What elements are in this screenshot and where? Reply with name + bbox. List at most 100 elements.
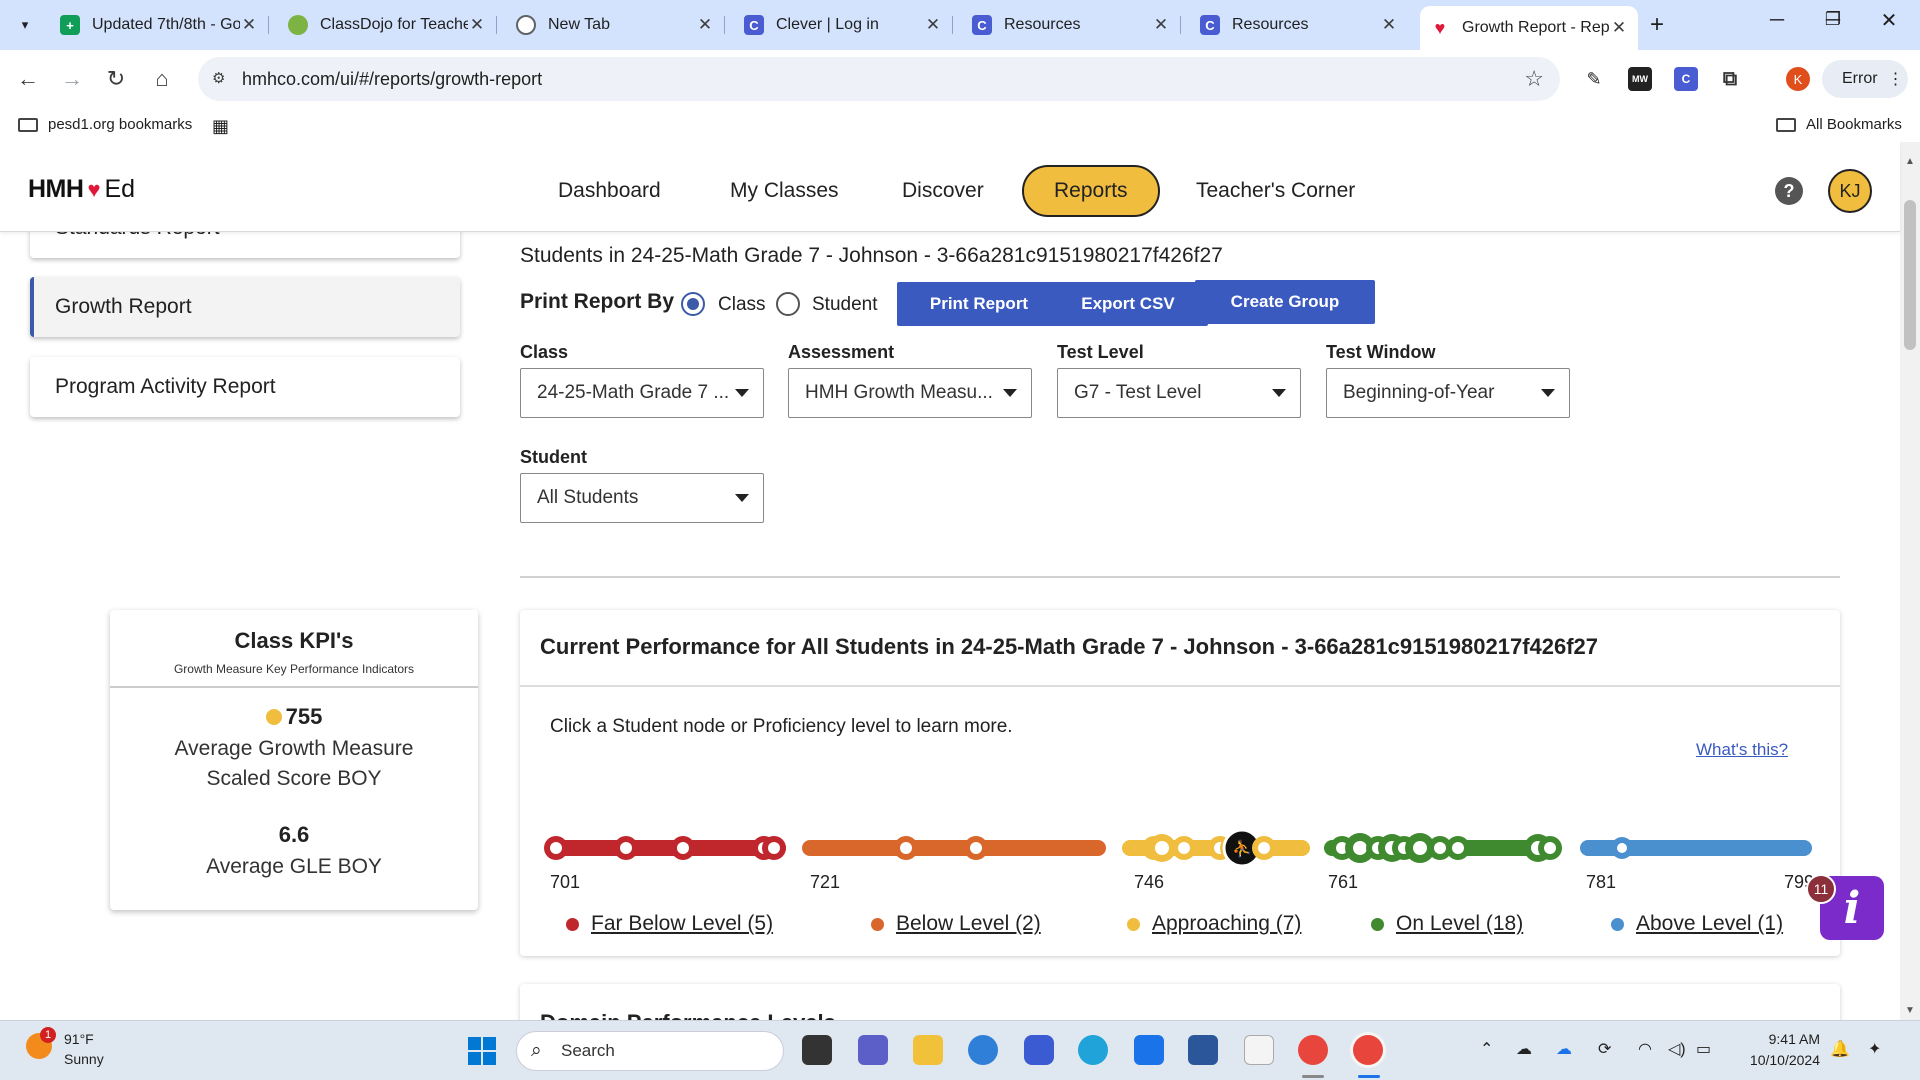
- outlook-icon[interactable]: [1134, 1035, 1164, 1065]
- browser-tab[interactable]: C Clever | Log in ✕: [734, 8, 953, 42]
- student-node[interactable]: [1611, 837, 1633, 859]
- scrollbar-thumb[interactable]: [1904, 200, 1916, 350]
- bookmark-star-icon[interactable]: ☆: [1524, 66, 1544, 92]
- nav-reports[interactable]: Reports: [1022, 165, 1160, 217]
- tab-search-icon[interactable]: ▾: [10, 10, 40, 40]
- browser-tab-active[interactable]: ♥ Growth Report - Rep ✕: [1420, 6, 1638, 50]
- student-node[interactable]: [894, 836, 918, 860]
- sidebar-item-growth-report[interactable]: Growth Report: [30, 277, 460, 337]
- test-level-select[interactable]: G7 - Test Level: [1057, 368, 1301, 418]
- close-icon[interactable]: ✕: [1610, 18, 1628, 38]
- student-node[interactable]: [1538, 836, 1562, 860]
- close-icon[interactable]: ✕: [1380, 15, 1398, 35]
- whats-this-link[interactable]: What's this?: [1696, 740, 1788, 760]
- clever-extension-icon[interactable]: C: [1674, 67, 1698, 91]
- weather-condition[interactable]: Sunny: [64, 1051, 104, 1067]
- nav-discover[interactable]: Discover: [872, 165, 1014, 217]
- onedrive-icon[interactable]: ☁: [1516, 1039, 1532, 1059]
- print-by-student-label[interactable]: Student: [812, 294, 878, 316]
- print-by-class-label[interactable]: Class: [718, 294, 766, 316]
- student-node[interactable]: [1252, 836, 1276, 860]
- print-by-student-radio[interactable]: [776, 292, 800, 316]
- student-node[interactable]: [544, 836, 568, 860]
- browser-tab[interactable]: New Tab ✕: [506, 8, 725, 42]
- close-window-button[interactable]: ✕: [1874, 8, 1904, 33]
- student-node[interactable]: [614, 836, 638, 860]
- edge-icon[interactable]: [1078, 1035, 1108, 1065]
- back-arrow-icon[interactable]: ←: [12, 63, 44, 95]
- student-node[interactable]: [964, 836, 988, 860]
- legend-below-level[interactable]: Below Level (2): [871, 912, 1041, 936]
- export-csv-button[interactable]: Export CSV: [1048, 282, 1208, 326]
- close-icon[interactable]: ✕: [696, 15, 714, 35]
- test-window-select[interactable]: Beginning-of-Year: [1326, 368, 1570, 418]
- forward-arrow-icon[interactable]: →: [56, 63, 88, 95]
- close-icon[interactable]: ✕: [924, 15, 942, 35]
- puzzle-extensions-icon[interactable]: ⧉: [1718, 67, 1742, 91]
- apps-grid-icon[interactable]: ▦: [212, 116, 229, 137]
- sidebar-item-program-activity-report[interactable]: Program Activity Report: [30, 357, 460, 417]
- copilot-icon[interactable]: ✦: [1868, 1039, 1881, 1059]
- close-icon[interactable]: ✕: [1152, 15, 1170, 35]
- hmh-logo[interactable]: HMH ♥ Ed: [28, 175, 135, 204]
- tray-chevron-icon[interactable]: ⌃: [1480, 1039, 1493, 1059]
- student-node[interactable]: [1446, 836, 1470, 860]
- class-select[interactable]: 24-25-Math Grade 7 ...: [520, 368, 764, 418]
- legend-above-level[interactable]: Above Level (1): [1611, 912, 1783, 936]
- address-bar[interactable]: ⚙ hmhco.com/ui/#/reports/growth-report ☆: [198, 57, 1560, 101]
- student-select[interactable]: All Students: [520, 473, 764, 523]
- print-report-button[interactable]: Print Report: [897, 282, 1061, 326]
- browser-tab[interactable]: C Resources ✕: [1190, 8, 1408, 42]
- user-avatar[interactable]: KJ: [1828, 169, 1872, 213]
- restore-button[interactable]: ❐: [1818, 9, 1848, 30]
- teams-icon[interactable]: [858, 1035, 888, 1065]
- url-text[interactable]: hmhco.com/ui/#/reports/growth-report: [242, 69, 542, 90]
- weather-temperature[interactable]: 91°F: [64, 1031, 94, 1047]
- chrome-profile-taskbar-icon[interactable]: [1353, 1035, 1383, 1065]
- error-button[interactable]: Error ⋮: [1822, 60, 1908, 98]
- nav-dashboard[interactable]: Dashboard: [528, 165, 691, 217]
- student-node[interactable]: [671, 836, 695, 860]
- clock-time[interactable]: 9:41 AM: [1754, 1031, 1820, 1047]
- classroom-icon[interactable]: [1244, 1035, 1274, 1065]
- chrome-taskbar-icon[interactable]: [1298, 1035, 1328, 1065]
- profile-avatar[interactable]: K: [1786, 67, 1810, 91]
- refresh-icon[interactable]: ⟳: [1598, 1039, 1611, 1059]
- student-node[interactable]: [762, 836, 786, 860]
- app-icon[interactable]: [968, 1035, 998, 1065]
- nav-teachers-corner[interactable]: Teacher's Corner: [1166, 165, 1385, 217]
- taskbar-search[interactable]: ⌕ Search: [516, 1031, 784, 1071]
- file-explorer-icon[interactable]: [913, 1035, 943, 1065]
- browser-tab[interactable]: ClassDojo for Teacher ✕: [278, 8, 497, 42]
- minimize-button[interactable]: ─: [1762, 9, 1792, 32]
- page-scrollbar[interactable]: ▲ ▼: [1900, 142, 1920, 1020]
- close-icon[interactable]: ✕: [468, 15, 486, 35]
- bookmark-folder[interactable]: pesd1.org bookmarks: [18, 116, 192, 133]
- new-tab-button[interactable]: +: [1650, 11, 1664, 39]
- student-node[interactable]: [1148, 834, 1176, 862]
- legend-on-level[interactable]: On Level (18): [1371, 912, 1523, 936]
- all-bookmarks[interactable]: All Bookmarks: [1776, 116, 1902, 133]
- reload-icon[interactable]: ↻: [100, 63, 132, 95]
- browser-tab[interactable]: + Updated 7th/8th - Go ✕: [50, 8, 269, 42]
- sidebar-item-standards-report[interactable]: Standards Report: [30, 232, 460, 258]
- wifi-icon[interactable]: ◠: [1638, 1039, 1652, 1059]
- help-icon[interactable]: ?: [1775, 177, 1803, 205]
- volume-icon[interactable]: ◁): [1668, 1039, 1686, 1059]
- legend-approaching[interactable]: Approaching (7): [1127, 912, 1301, 936]
- windows-start-icon[interactable]: [468, 1037, 496, 1065]
- site-settings-icon[interactable]: ⚙: [212, 69, 232, 89]
- assessment-select[interactable]: HMH Growth Measu...: [788, 368, 1032, 418]
- clock-date[interactable]: 10/10/2024: [1738, 1052, 1820, 1068]
- notification-bell-icon[interactable]: 🔔: [1830, 1039, 1850, 1059]
- create-group-button[interactable]: Create Group: [1195, 280, 1375, 324]
- home-icon[interactable]: ⌂: [146, 63, 178, 95]
- mw-extension-icon[interactable]: MW: [1628, 67, 1652, 91]
- close-icon[interactable]: ✕: [240, 15, 258, 35]
- task-view-icon[interactable]: [802, 1035, 832, 1065]
- clever-taskbar-icon[interactable]: [1024, 1035, 1054, 1065]
- pen-extension-icon[interactable]: ✎: [1582, 67, 1606, 91]
- cloud-sync-icon[interactable]: ☁: [1556, 1039, 1572, 1059]
- scroll-up-icon[interactable]: ▲: [1905, 156, 1915, 167]
- battery-icon[interactable]: ▭: [1696, 1039, 1711, 1059]
